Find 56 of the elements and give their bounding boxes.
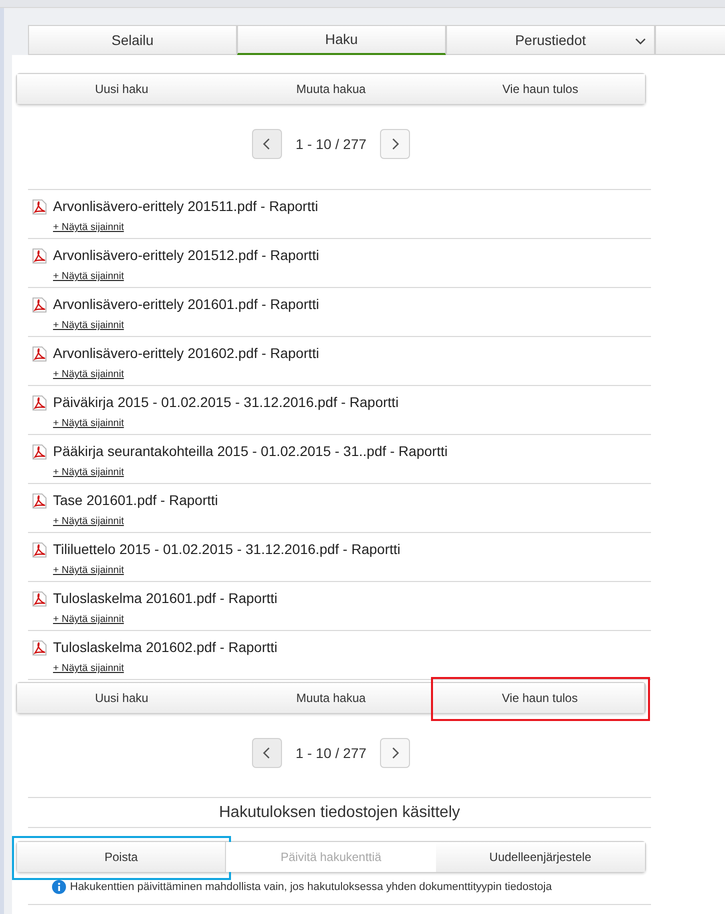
show-locations-link[interactable]: + Näytä sijainnit bbox=[53, 465, 124, 480]
result-title[interactable]: Pääkirja seurantakohteilla 2015 - 01.02.2015 - 31..pdf - Raportti bbox=[53, 441, 448, 462]
result-title[interactable]: Tililuettelo 2015 - 01.02.2015 - 31.12.2016.pdf - Raportti bbox=[53, 539, 400, 560]
next-page-button[interactable] bbox=[380, 738, 410, 768]
result-title[interactable]: Arvonlisävero-erittely 201601.pdf - Raportti bbox=[53, 294, 320, 315]
previous-page-button[interactable] bbox=[252, 738, 282, 768]
show-locations-link[interactable]: + Näytä sijainnit bbox=[53, 612, 124, 627]
result-title[interactable]: Tase 201601.pdf - Raportti bbox=[53, 490, 218, 511]
section-heading: Hakutuloksen tiedostojen käsittely bbox=[218, 802, 460, 822]
action-button[interactable]: Poista bbox=[17, 842, 226, 872]
result-title[interactable]: Tuloslaskelma 201601.pdf - Raportti bbox=[53, 588, 278, 609]
pdf-file-icon bbox=[32, 542, 47, 558]
pdf-file-icon bbox=[32, 444, 47, 460]
result-title[interactable]: Arvonlisävero-erittely 201512.pdf - Raportti bbox=[53, 245, 320, 266]
chevron-right-icon bbox=[391, 747, 400, 759]
action-button[interactable]: Vie haun tulos bbox=[436, 74, 645, 104]
show-locations-link[interactable]: + Näytä sijainnit bbox=[53, 416, 124, 431]
pdf-file-icon bbox=[32, 640, 47, 656]
pdf-file-icon bbox=[32, 296, 47, 312]
info-text: Hakukenttien päivittäminen mahdollista vain, jos hakutuloksessa yhden dokumenttityypin tiedostoja bbox=[70, 880, 552, 895]
show-locations-link[interactable]: + Näytä sijainnit bbox=[53, 563, 124, 578]
pdf-file-icon bbox=[32, 248, 47, 264]
tab[interactable] bbox=[655, 25, 725, 55]
show-locations-link[interactable]: + Näytä sijainnit bbox=[53, 220, 124, 235]
show-locations-link[interactable]: + Näytä sijainnit bbox=[53, 269, 124, 284]
show-locations-link[interactable]: + Näytä sijainnit bbox=[53, 318, 124, 333]
tab[interactable]: Perustiedot bbox=[446, 25, 655, 55]
pdf-file-icon bbox=[32, 492, 47, 508]
chevron-right-icon bbox=[391, 138, 400, 150]
result-title[interactable]: Arvonlisävero-erittely 201602.pdf - Raportti bbox=[53, 343, 320, 364]
result-title[interactable]: Tuloslaskelma 201602.pdf - Raportti bbox=[53, 637, 278, 658]
result-title[interactable]: Päiväkirja 2015 - 01.02.2015 - 31.12.2016.pdf - Raportti bbox=[53, 392, 399, 413]
show-locations-link[interactable]: + Näytä sijainnit bbox=[53, 367, 124, 382]
chevron-left-icon bbox=[262, 747, 271, 759]
action-button[interactable]: Vie haun tulos bbox=[436, 683, 645, 713]
tab[interactable]: Haku bbox=[237, 25, 446, 55]
action-button[interactable]: Uusi haku bbox=[17, 74, 226, 104]
show-locations-link[interactable]: + Näytä sijainnit bbox=[53, 514, 124, 529]
next-page-button[interactable] bbox=[380, 129, 410, 159]
tab[interactable]: Selailu bbox=[28, 25, 237, 55]
action-button[interactable]: Muuta hakua bbox=[226, 74, 436, 104]
pdf-file-icon bbox=[32, 198, 47, 214]
action-button[interactable]: Uusi haku bbox=[17, 683, 226, 713]
pdf-file-icon bbox=[32, 590, 47, 606]
show-locations-link[interactable]: + Näytä sijainnit bbox=[53, 661, 124, 676]
action-button[interactable]: Uudelleenjärjestele bbox=[436, 842, 645, 872]
chevron-left-icon bbox=[262, 138, 271, 150]
page-range: 1 - 10 / 277 bbox=[294, 134, 368, 154]
previous-page-button[interactable] bbox=[252, 129, 282, 159]
pdf-file-icon bbox=[32, 346, 47, 362]
action-button[interactable]: Muuta hakua bbox=[226, 683, 436, 713]
page-range: 1 - 10 / 277 bbox=[294, 744, 368, 762]
pdf-file-icon bbox=[32, 394, 47, 410]
result-title[interactable]: Arvonlisävero-erittely 201511.pdf - Raportti bbox=[53, 196, 318, 217]
info-icon bbox=[52, 880, 66, 894]
chevron-down-icon bbox=[635, 38, 646, 45]
